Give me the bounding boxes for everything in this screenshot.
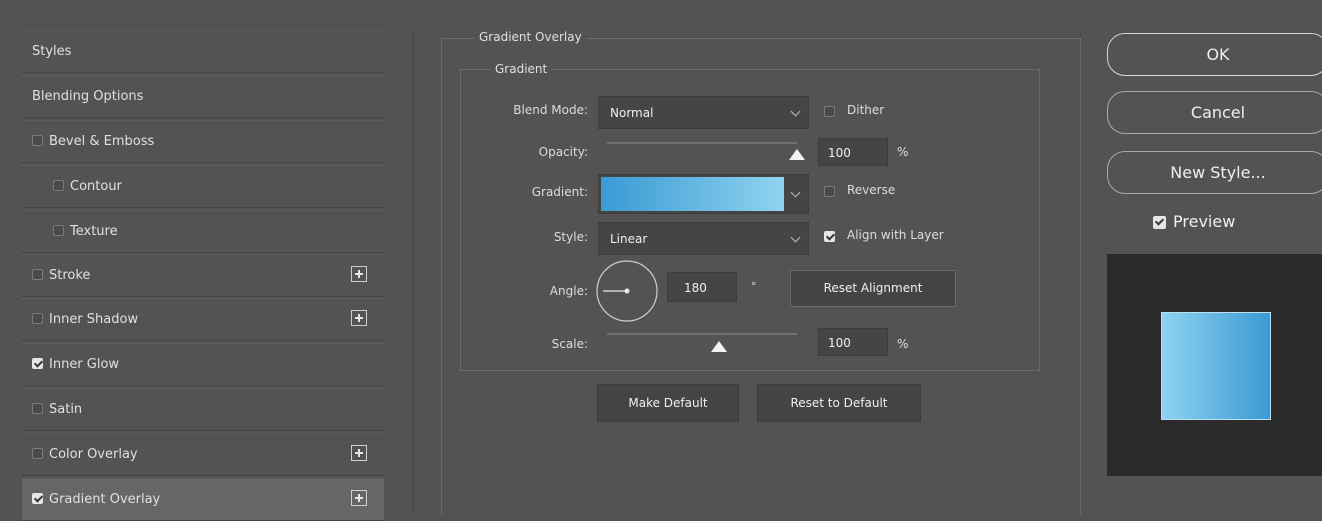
- reverse-checkbox[interactable]: [824, 186, 835, 197]
- style-item-label: Color Overlay: [49, 447, 138, 462]
- style-item-color-overlay[interactable]: Color Overlay: [22, 433, 384, 476]
- opacity-slider-track[interactable]: [607, 142, 797, 144]
- style-item-label: Contour: [70, 179, 122, 194]
- style-item-label: Bevel & Emboss: [49, 134, 155, 149]
- blend-mode-label: Blend Mode:: [513, 103, 588, 117]
- style-item-inner-glow[interactable]: Inner Glow: [22, 343, 384, 386]
- divider: [413, 30, 414, 514]
- style-item-label: Gradient Overlay: [49, 492, 161, 507]
- style-select[interactable]: Linear: [598, 222, 809, 255]
- style-item-bevel-emboss[interactable]: Bevel & Emboss: [22, 120, 384, 163]
- style-item-label: Stroke: [49, 268, 91, 283]
- reset-to-default-button[interactable]: Reset to Default: [757, 384, 921, 422]
- new-style-button[interactable]: New Style...: [1107, 151, 1322, 194]
- styles-list: Styles Blending Options Bevel & Emboss C…: [22, 30, 384, 521]
- preview-label: Preview: [1173, 212, 1236, 231]
- add-gradient-overlay-icon[interactable]: [351, 490, 367, 506]
- chevron-down-icon: [790, 232, 801, 243]
- scale-input[interactable]: 100: [818, 328, 888, 356]
- opacity-slider-handle[interactable]: [789, 149, 805, 160]
- dither-label: Dither: [847, 103, 885, 117]
- opacity-input[interactable]: 100: [818, 138, 888, 166]
- dither-checkbox[interactable]: [824, 106, 835, 117]
- inner-shadow-checkbox[interactable]: [32, 313, 43, 324]
- scale-slider-handle[interactable]: [711, 341, 727, 352]
- style-item-contour[interactable]: Contour: [22, 165, 384, 208]
- opacity-value: 100: [828, 146, 851, 160]
- scale-unit: %: [897, 337, 909, 351]
- dialog-top-edge: [0, 0, 1322, 12]
- angle-value: 180: [684, 281, 707, 295]
- section-title: Gradient Overlay: [475, 30, 586, 44]
- gradient-preview-swatch[interactable]: [601, 177, 784, 211]
- align-with-layer-label: Align with Layer: [847, 228, 944, 242]
- gradient-overlay-checkbox[interactable]: [32, 493, 43, 504]
- preview-box: [1107, 254, 1322, 476]
- gradient-group-title: Gradient: [491, 62, 552, 76]
- chevron-down-icon: [790, 106, 801, 117]
- blending-options-label: Blending Options: [32, 89, 144, 104]
- preview-checkbox[interactable]: [1153, 216, 1166, 229]
- angle-input[interactable]: 180: [667, 272, 737, 302]
- degree-symbol: °: [751, 280, 757, 293]
- add-color-overlay-icon[interactable]: [351, 445, 367, 461]
- gradient-label: Gradient:: [531, 185, 588, 199]
- scale-label: Scale:: [551, 337, 588, 351]
- color-overlay-checkbox[interactable]: [32, 448, 43, 459]
- angle-label: Angle:: [549, 284, 588, 298]
- style-label: Style:: [553, 230, 588, 244]
- style-item-stroke[interactable]: Stroke: [22, 254, 384, 297]
- blend-mode-value: Normal: [610, 106, 654, 120]
- angle-dial[interactable]: [595, 259, 659, 323]
- stroke-checkbox[interactable]: [32, 269, 43, 280]
- make-default-button[interactable]: Make Default: [597, 384, 739, 422]
- bevel-emboss-checkbox[interactable]: [32, 135, 43, 146]
- styles-header: Styles: [32, 44, 72, 59]
- style-value: Linear: [610, 232, 648, 246]
- align-with-layer-checkbox[interactable]: [824, 231, 835, 242]
- style-item-label: Texture: [70, 224, 118, 239]
- add-inner-shadow-icon[interactable]: [351, 310, 367, 326]
- chevron-down-icon: [790, 187, 801, 198]
- inner-glow-checkbox[interactable]: [32, 358, 43, 369]
- satin-checkbox[interactable]: [32, 403, 43, 414]
- blending-options-row[interactable]: Blending Options: [22, 75, 384, 118]
- ok-button[interactable]: OK: [1107, 33, 1322, 76]
- style-item-label: Inner Shadow: [49, 312, 139, 327]
- add-stroke-icon[interactable]: [351, 266, 367, 282]
- style-item-inner-shadow[interactable]: Inner Shadow: [22, 298, 384, 341]
- style-item-label: Inner Glow: [49, 357, 120, 372]
- gradient-picker[interactable]: [598, 174, 809, 214]
- opacity-unit: %: [897, 145, 909, 159]
- opacity-label: Opacity:: [538, 145, 588, 159]
- scale-slider-track[interactable]: [607, 333, 797, 335]
- scale-value: 100: [828, 336, 851, 350]
- blend-mode-select[interactable]: Normal: [598, 96, 809, 129]
- style-item-label: Satin: [49, 402, 83, 417]
- cancel-button[interactable]: Cancel: [1107, 91, 1322, 134]
- reset-alignment-button[interactable]: Reset Alignment: [790, 270, 956, 307]
- styles-header-row[interactable]: Styles: [22, 30, 384, 73]
- style-item-gradient-overlay[interactable]: Gradient Overlay: [22, 478, 384, 521]
- style-item-texture[interactable]: Texture: [22, 210, 384, 253]
- texture-checkbox[interactable]: [53, 225, 64, 236]
- style-item-satin[interactable]: Satin: [22, 388, 384, 431]
- reverse-label: Reverse: [847, 183, 896, 197]
- preview-swatch: [1161, 312, 1271, 420]
- contour-checkbox[interactable]: [53, 180, 64, 191]
